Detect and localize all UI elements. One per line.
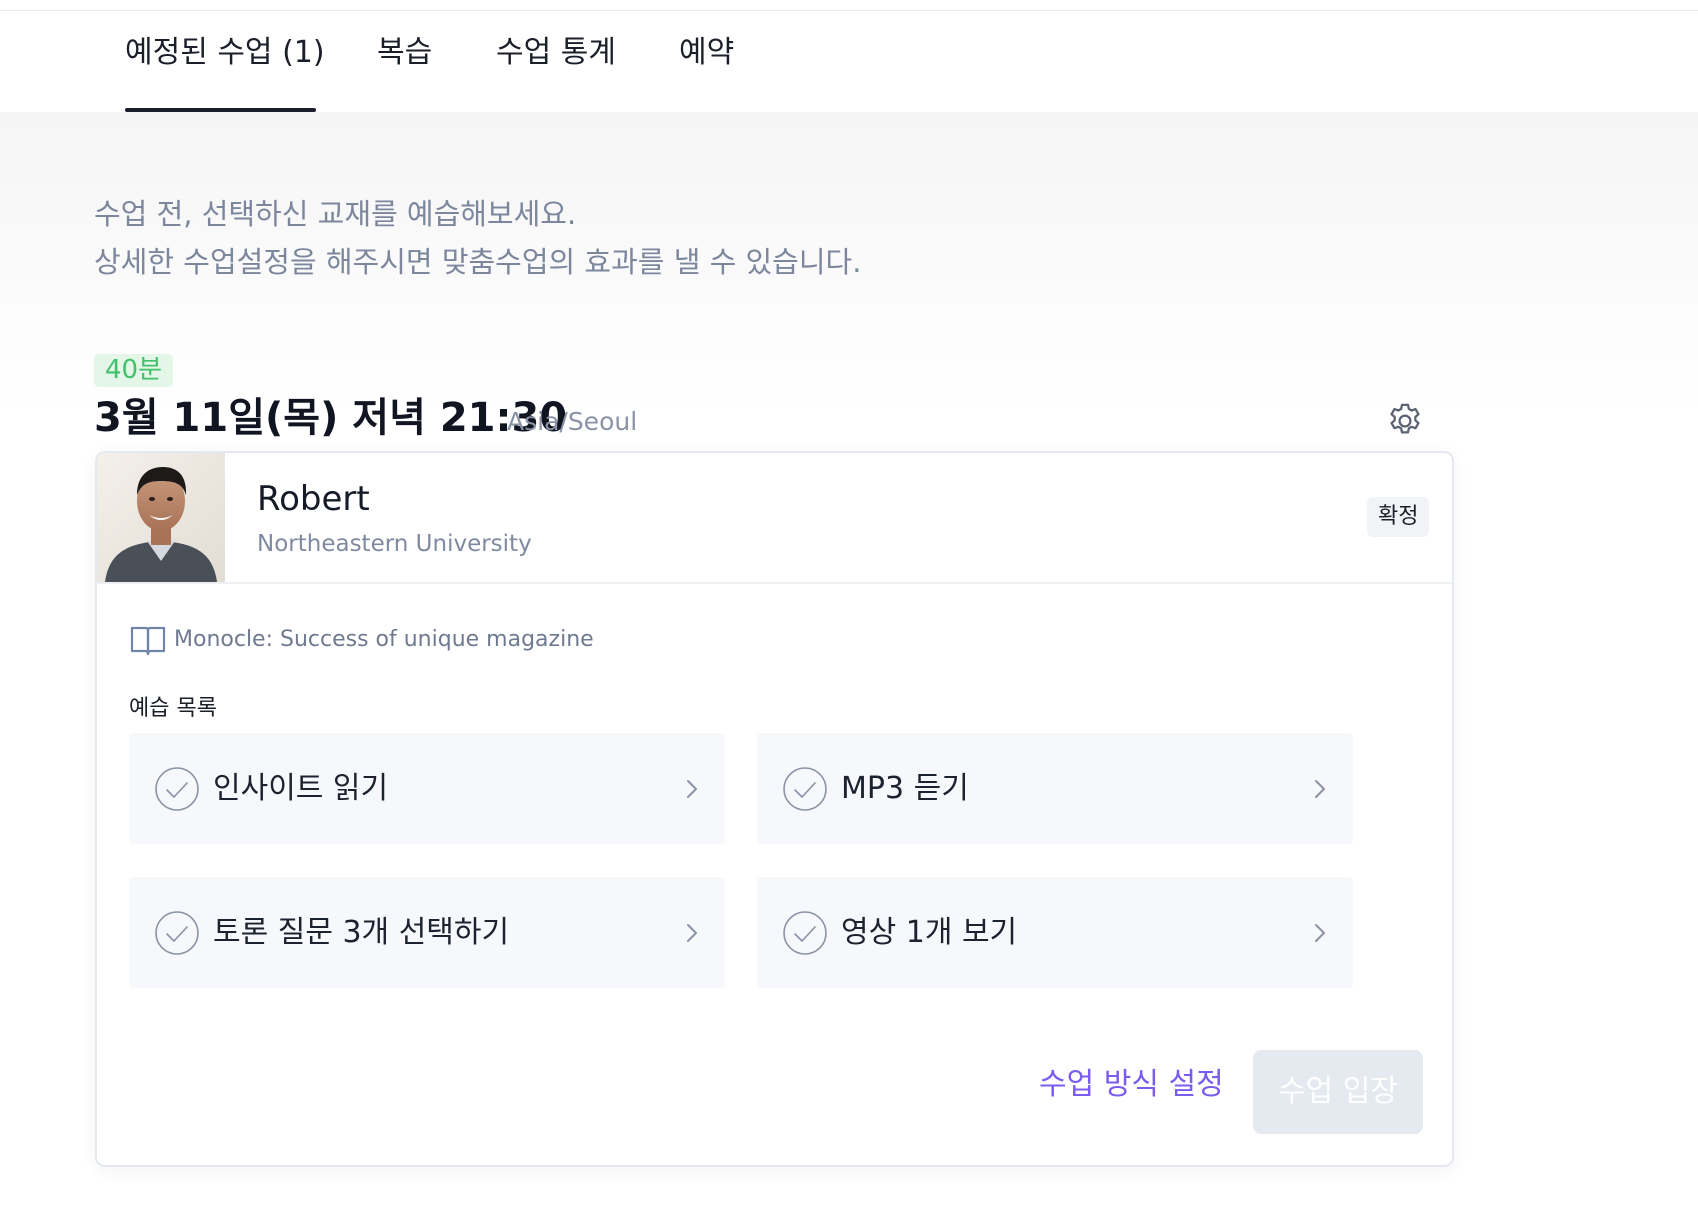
lesson-datetime: 3월 11일(목) 저녁 21:30: [94, 395, 568, 441]
prep-item-label: 영상 1개 보기: [841, 915, 1018, 950]
tab-review[interactable]: 복습: [377, 11, 437, 112]
intro-text: 수업 전, 선택하신 교재를 예습해보세요. 상세한 수업설정을 해주시면 맞춤…: [94, 190, 861, 286]
lesson-card: Robert Northeastern University 확정 Monocl…: [95, 451, 1454, 1167]
teacher-row: Robert Northeastern University 확정: [97, 453, 1452, 584]
status-badge: 확정: [1367, 497, 1430, 537]
timezone-label: Asia/Seoul: [507, 407, 638, 436]
teacher-name: Robert: [257, 479, 370, 519]
tab-reservation-label: 예약: [679, 35, 735, 70]
intro-line-1: 수업 전, 선택하신 교재를 예습해보세요.: [94, 197, 577, 231]
tab-lesson-stats[interactable]: 수업 통계: [496, 11, 621, 112]
check-circle-icon: [155, 767, 199, 811]
check-circle-icon: [783, 767, 827, 811]
intro-line-2: 상세한 수업설정을 해주시면 맞춤수업의 효과를 낼 수 있습니다.: [94, 245, 862, 279]
tab-upcoming-lessons-label: 예정된 수업 (1): [125, 35, 325, 70]
duration-badge: 40분: [94, 354, 174, 387]
book-icon: [130, 626, 166, 656]
lesson-tabs: 예정된 수업 (1) 복습 수업 통계 예약: [0, 11, 1698, 112]
material-title: Monocle: Success of unique magazine: [174, 627, 594, 652]
tab-upcoming-lessons[interactable]: 예정된 수업 (1): [125, 11, 325, 112]
prep-item-label: 인사이트 읽기: [213, 771, 389, 806]
prep-item-label: MP3 듣기: [841, 771, 969, 806]
check-circle-icon: [155, 911, 199, 955]
prep-item-mp3[interactable]: MP3 듣기: [757, 733, 1353, 844]
check-circle-icon: [783, 911, 827, 955]
chevron-right-icon: [687, 924, 697, 942]
avatar: [97, 453, 225, 582]
tab-review-label: 복습: [377, 35, 433, 70]
chevron-right-icon: [1315, 780, 1325, 798]
tab-lesson-stats-label: 수업 통계: [496, 35, 616, 70]
gear-icon[interactable]: [1384, 400, 1426, 442]
teacher-school: Northeastern University: [257, 531, 532, 557]
chevron-right-icon: [1315, 924, 1325, 942]
prep-item-insight[interactable]: 인사이트 읽기: [129, 733, 725, 844]
top-divider: [0, 0, 1698, 11]
tab-reservation[interactable]: 예약: [679, 11, 739, 112]
enter-lesson-button[interactable]: 수업 입장: [1253, 1050, 1423, 1134]
lesson-settings-link[interactable]: 수업 방식 설정: [1039, 1061, 1224, 1109]
prep-item-discussion[interactable]: 토론 질문 3개 선택하기: [129, 877, 725, 988]
chevron-right-icon: [687, 780, 697, 798]
prep-list-heading: 예습 목록: [129, 696, 217, 721]
prep-item-video[interactable]: 영상 1개 보기: [757, 877, 1353, 988]
prep-item-label: 토론 질문 3개 선택하기: [213, 915, 510, 950]
